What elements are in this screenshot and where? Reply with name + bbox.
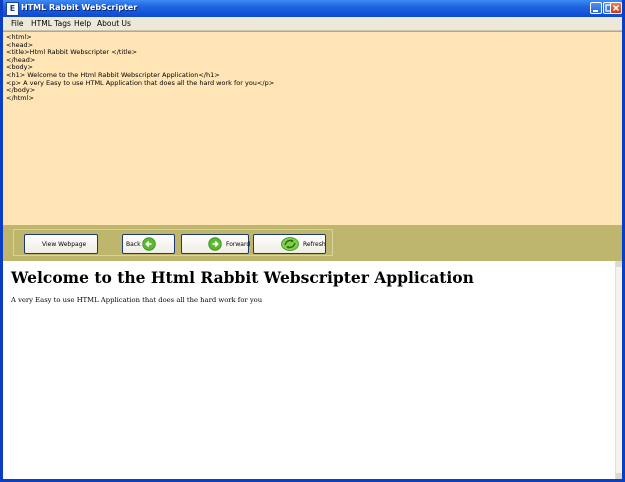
close-button[interactable] bbox=[610, 2, 622, 14]
preview-heading: Welcome to the Html Rabbit Webscripter A… bbox=[11, 268, 474, 287]
menu-about-us[interactable]: About Us bbox=[97, 18, 131, 29]
preview-scrollbar[interactable] bbox=[615, 261, 622, 479]
refresh-label: Refresh bbox=[303, 241, 326, 248]
window-title: HTML Rabbit WebScripter bbox=[21, 3, 138, 12]
back-button[interactable]: Back bbox=[122, 234, 175, 254]
web-preview[interactable]: Welcome to the Html Rabbit Webscripter A… bbox=[3, 261, 622, 479]
code-line: <p> A very Easy to use HTML Application … bbox=[6, 78, 275, 87]
forward-button[interactable]: Forward bbox=[181, 234, 251, 254]
toolbar: View Webpage Back Forward Refresh bbox=[3, 225, 622, 261]
scroll-down-arrow[interactable] bbox=[616, 473, 622, 479]
view-webpage-button[interactable]: View Webpage bbox=[24, 234, 98, 254]
back-label: Back bbox=[126, 241, 141, 248]
view-webpage-label: View Webpage bbox=[42, 241, 87, 248]
menu-html-tags[interactable]: HTML Tags bbox=[31, 18, 71, 29]
html-editor[interactable]: <html> <head> <title>Html Rabbit Webscri… bbox=[3, 31, 622, 225]
minimize-button[interactable] bbox=[590, 2, 602, 14]
code-line: </html> bbox=[6, 93, 34, 102]
minimize-icon bbox=[593, 10, 598, 12]
preview-paragraph: A very Easy to use HTML Application that… bbox=[11, 296, 263, 304]
menu-bar: File HTML Tags Help About Us bbox=[3, 17, 622, 31]
code-line: </body> bbox=[6, 86, 36, 95]
code-line: <title>Html Rabbit Webscripter </title> bbox=[6, 48, 138, 57]
arrow-left-icon bbox=[142, 237, 156, 251]
code-line: <html> bbox=[6, 33, 32, 41]
menu-file[interactable]: File bbox=[11, 18, 24, 29]
forward-label: Forward bbox=[226, 241, 251, 248]
menu-help[interactable]: Help bbox=[74, 18, 91, 29]
scroll-up-arrow[interactable] bbox=[616, 261, 622, 267]
title-bar[interactable]: E HTML Rabbit WebScripter bbox=[3, 0, 622, 17]
refresh-button[interactable]: Refresh bbox=[253, 234, 326, 254]
app-window: E HTML Rabbit WebScripter File HTML Tags… bbox=[0, 0, 625, 482]
arrow-right-icon bbox=[208, 237, 222, 251]
refresh-icon bbox=[281, 237, 299, 251]
app-icon: E bbox=[6, 2, 19, 16]
code-line: </head> bbox=[6, 55, 36, 64]
close-icon bbox=[612, 4, 620, 12]
